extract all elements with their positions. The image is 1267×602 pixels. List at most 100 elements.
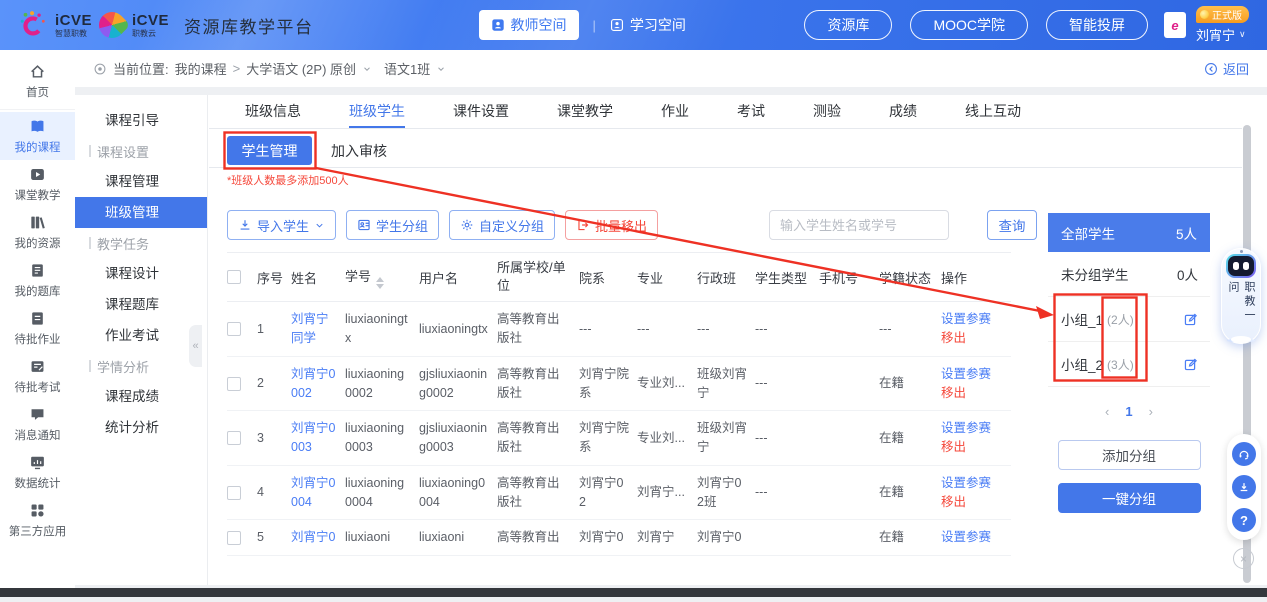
row-checkbox[interactable] [227, 322, 241, 336]
submenu-item-course-grades[interactable]: 课程成绩 [75, 381, 207, 412]
sidebar-item-third-party-apps[interactable]: 第三方应用 [0, 496, 75, 544]
group-count: (2人) [1107, 311, 1134, 328]
row-checkbox[interactable] [227, 531, 241, 545]
submenu-item-statistics-analysis[interactable]: 统计分析 [75, 412, 207, 443]
search-input[interactable] [769, 210, 949, 240]
submenu-item-course-guide[interactable]: 课程引导 [75, 105, 207, 136]
user-menu[interactable]: 刘宵宁 ∨ [1196, 25, 1246, 44]
chevron-down-icon[interactable] [436, 64, 446, 74]
sidebar-item-my-question-bank[interactable]: 我的题库 [0, 256, 75, 304]
set-contest-link[interactable]: 设置参赛 [941, 365, 1003, 384]
teacher-space-button[interactable]: 教师空间 [479, 10, 579, 40]
mooc-academy-button[interactable]: MOOC学院 [910, 10, 1028, 40]
set-contest-link[interactable]: 设置参赛 [941, 310, 1003, 329]
remove-link[interactable]: 移出 [941, 493, 1003, 512]
back-button[interactable]: 返回 [1204, 59, 1249, 78]
tab-online-interaction[interactable]: 线上互动 [965, 101, 1021, 128]
set-contest-link[interactable]: 设置参赛 [941, 528, 1003, 547]
student-name-link[interactable]: 刘宵宁0004 [291, 476, 335, 509]
edit-icon[interactable] [1183, 312, 1198, 327]
query-button[interactable]: 查询 [987, 210, 1037, 240]
cell-student_id: liuxiaoningtx [345, 302, 419, 357]
col-header-label: 院系 [579, 271, 605, 286]
row-checkbox[interactable] [227, 486, 241, 500]
row-checkbox[interactable] [227, 377, 241, 391]
col-header-label: 序号 [257, 271, 283, 286]
teacher-space-label: 教师空间 [511, 15, 567, 35]
learning-space-button[interactable]: 学习空间 [610, 15, 686, 35]
cell-class: 刘宵宁02班 [697, 465, 755, 520]
help-button[interactable]: ? [1232, 508, 1256, 532]
tab-class-info[interactable]: 班级信息 [245, 101, 301, 128]
tab-quiz[interactable]: 测验 [813, 101, 841, 128]
tab-homework[interactable]: 作业 [661, 101, 689, 128]
group-row-ungrouped[interactable]: 未分组学生0人 [1048, 252, 1210, 297]
import-students-button[interactable]: 导入学生 [227, 210, 336, 240]
breadcrumb-my-courses[interactable]: 我的课程 [175, 59, 227, 78]
tab-classroom-teaching[interactable]: 课堂教学 [557, 101, 613, 128]
student-name-link[interactable]: 刘宵宁0 [291, 530, 335, 544]
customer-service-button[interactable] [1232, 442, 1256, 466]
next-page-button[interactable]: › [1149, 404, 1153, 419]
smart-cast-button[interactable]: 智能投屏 [1046, 10, 1148, 40]
sidebar-item-data-statistics[interactable]: 数据统计 [0, 448, 75, 496]
sidebar-collapse-handle[interactable]: « [189, 325, 202, 367]
sidebar-item-notifications[interactable]: 消息通知 [0, 400, 75, 448]
cell-dept: 刘宵宁02 [579, 465, 637, 520]
custom-grouping-button[interactable]: 自定义分组 [449, 210, 555, 240]
page-number[interactable]: 1 [1125, 404, 1132, 419]
submenu-item-course-design[interactable]: 课程设计 [75, 258, 207, 289]
add-group-button[interactable]: 添加分组 [1058, 440, 1201, 470]
download-center-button[interactable] [1232, 475, 1256, 499]
sidebar-item-my-resources[interactable]: 我的资源 [0, 208, 75, 256]
resource-library-button[interactable]: 资源库 [804, 10, 892, 40]
sidebar-item-pending-homework[interactable]: 待批作业 [0, 304, 75, 352]
tab-student-management[interactable]: 学生管理 [227, 136, 312, 165]
cell-phone [819, 411, 879, 466]
all-students-header[interactable]: 全部学生 5人 [1048, 213, 1210, 252]
student-name-link[interactable]: 刘宵宁0003 [291, 421, 335, 454]
tab-exam[interactable]: 考试 [737, 101, 765, 128]
sidebar-item-label: 第三方应用 [9, 523, 67, 539]
remove-link[interactable]: 移出 [941, 384, 1003, 403]
sidebar-item-home[interactable]: 首页 [0, 57, 75, 110]
auto-group-button[interactable]: 一键分组 [1058, 483, 1201, 513]
sidebar-item-pending-exams[interactable]: 待批考试 [0, 352, 75, 400]
student-name-link[interactable]: 刘宵宁0002 [291, 367, 335, 400]
sidebar-item-classroom-teaching[interactable]: 课堂教学 [0, 160, 75, 208]
remove-link[interactable]: 移出 [941, 438, 1003, 457]
submenu-item-course-question-bank[interactable]: 课程题库 [75, 289, 207, 320]
batch-remove-button[interactable]: 批量移出 [565, 210, 658, 240]
learning-space-label: 学习空间 [630, 15, 686, 35]
sidebar-item-my-courses[interactable]: 我的课程 [0, 112, 75, 160]
student-name-link[interactable]: 刘宵宁同学 [291, 312, 329, 345]
tab-courseware-settings[interactable]: 课件设置 [453, 101, 509, 128]
prev-page-button[interactable]: ‹ [1105, 404, 1109, 419]
chevron-down-icon[interactable] [362, 64, 372, 74]
set-contest-link[interactable]: 设置参赛 [941, 419, 1003, 438]
breadcrumb-class[interactable]: 语文1班 [384, 59, 430, 78]
row-checkbox[interactable] [227, 431, 241, 445]
cell-student_id: liuxiaoni [345, 520, 419, 556]
table-row: 3刘宵宁0003liuxiaoning0003gjsliuxiaoning000… [227, 411, 1011, 466]
tab-grades[interactable]: 成绩 [889, 101, 917, 128]
assistant-widget[interactable]: 职教一问 [1221, 248, 1261, 344]
cell-student_id: liuxiaoning0003 [345, 411, 419, 466]
remove-link[interactable]: 移出 [941, 329, 1003, 348]
group-row-group-1[interactable]: 小组_1(2人) [1048, 297, 1210, 342]
select-all-checkbox[interactable] [227, 270, 241, 284]
tab-join-review[interactable]: 加入审核 [331, 141, 387, 161]
tab-class-students[interactable]: 班级学生 [349, 101, 405, 128]
breadcrumb-course[interactable]: 大学语文 (2P) 原创 [246, 59, 356, 78]
submenu-item-course-management[interactable]: 课程管理 [75, 166, 207, 197]
student-grouping-button[interactable]: 学生分组 [346, 210, 439, 240]
close-floating-toolbar-button[interactable]: × [1233, 548, 1254, 569]
icve-doc-icon[interactable]: e [1164, 12, 1186, 38]
set-contest-link[interactable]: 设置参赛 [941, 474, 1003, 493]
group-row-group-2[interactable]: 小组_2(3人) [1048, 342, 1210, 387]
sort-icon[interactable] [376, 277, 384, 289]
submenu-item-class-management[interactable]: 班级管理 [75, 197, 207, 228]
edit-icon[interactable] [1183, 357, 1198, 372]
submenu-item-homework-exam[interactable]: 作业考试 [75, 320, 207, 351]
cell-name: 刘宵宁同学 [291, 302, 345, 357]
